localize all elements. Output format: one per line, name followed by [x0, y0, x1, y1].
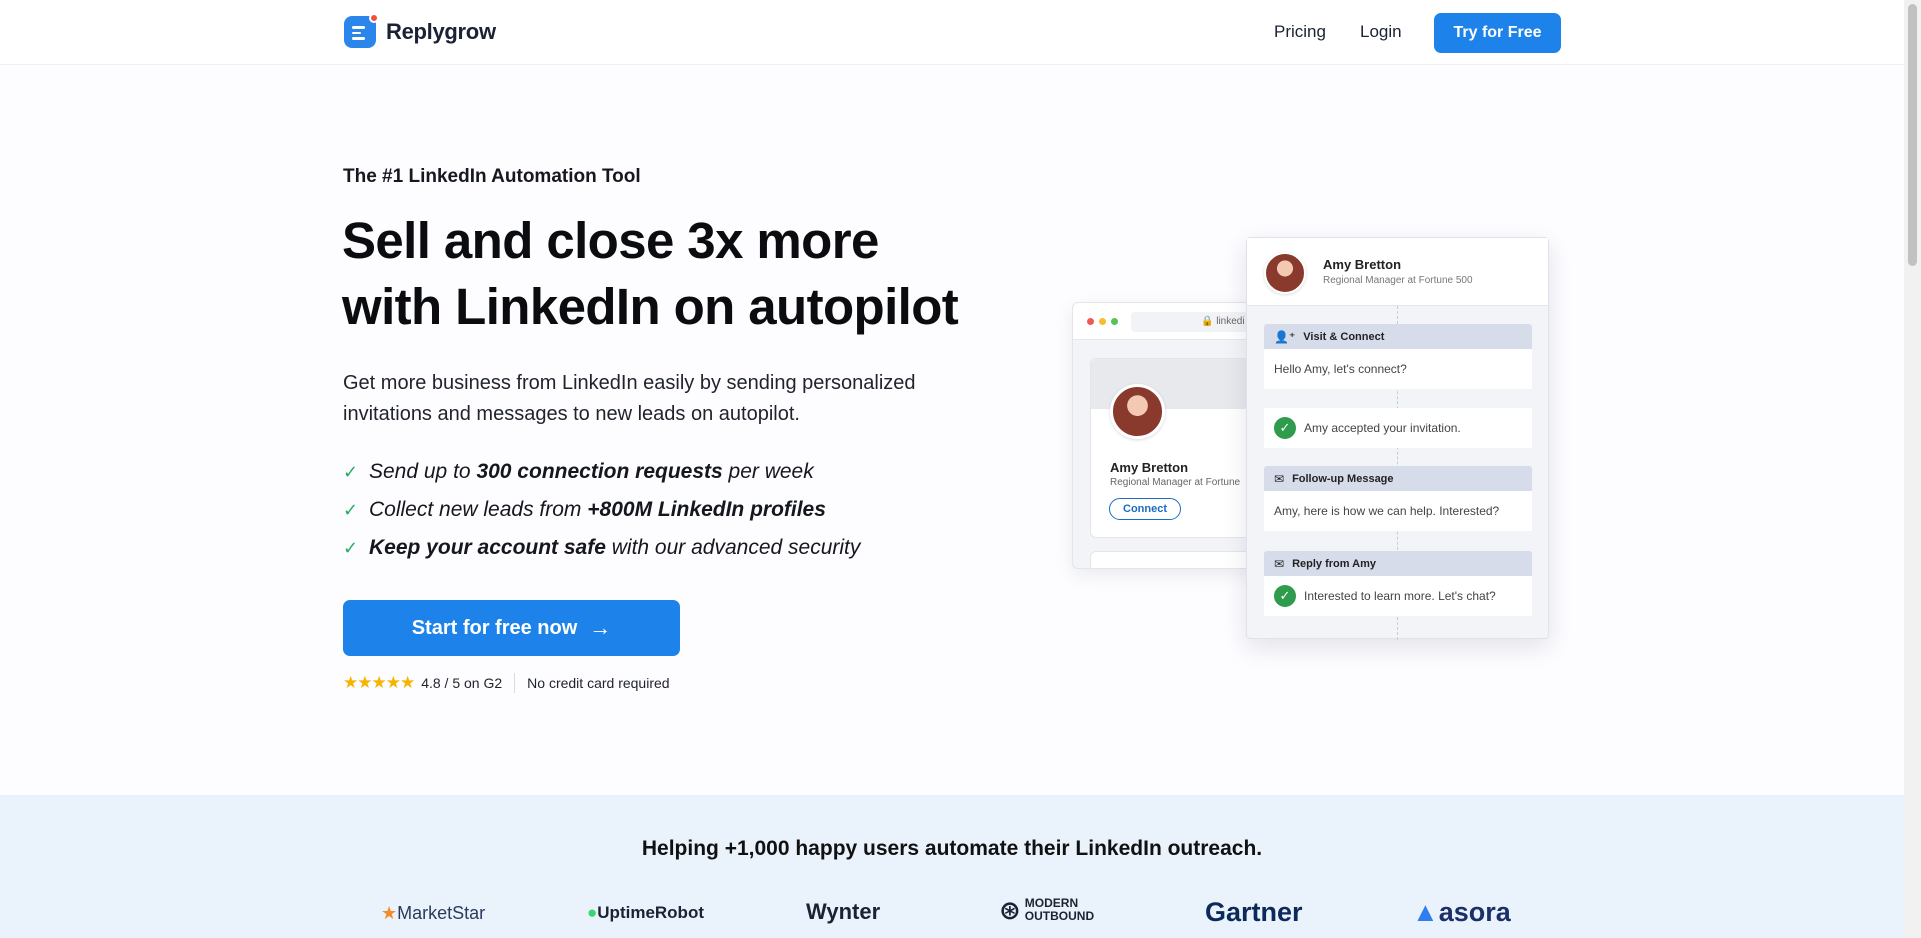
hero-section: [0, 66, 1904, 795]
logo-uptimerobot: ●UptimeRobot: [587, 903, 704, 922]
mail-icon: ✉: [1274, 471, 1285, 486]
feature-item: ✓ Collect new leads from +800M LinkedIn …: [343, 498, 826, 521]
profile-card: Amy Bretton Regional Manager at Fortune …: [1090, 358, 1261, 538]
panel-contact-name: Amy Bretton: [1323, 257, 1402, 272]
window-dot-red: [1087, 318, 1094, 325]
step-header-followup: ✉ Follow-up Message: [1264, 466, 1532, 491]
browser-toolbar: 🔒 linkedi: [1073, 303, 1261, 340]
window-dot-green: [1111, 318, 1118, 325]
logo-modern-outbound: ⊛ MODERN OUTBOUND: [999, 895, 1095, 925]
scrollbar-thumb[interactable]: [1908, 4, 1917, 266]
avatar: [1110, 384, 1165, 439]
logo-mark-icon: [344, 13, 379, 48]
mail-icon: ✉: [1274, 556, 1285, 571]
check-icon: ✓: [343, 461, 359, 482]
feature-item: ✓ Send up to 300 connection requests per…: [343, 460, 814, 483]
window-dot-yellow: [1099, 318, 1106, 325]
sequence-panel: Amy Bretton Regional Manager at Fortune …: [1246, 237, 1549, 640]
profile-name: Amy Bretton: [1110, 460, 1189, 475]
headline-line-1: Sell and close 3x more: [342, 212, 879, 269]
check-icon: ✓: [343, 499, 359, 520]
step-header-reply: ✉ Reply from Amy: [1264, 551, 1532, 576]
check-circle-icon: ✓: [1274, 417, 1296, 439]
url-bar: 🔒 linkedi: [1131, 312, 1261, 332]
step-message: Hello Amy, let's connect?: [1264, 349, 1532, 389]
hero-eyebrow: The #1 LinkedIn Automation Tool: [343, 166, 641, 187]
nav-pricing-link[interactable]: Pricing: [1274, 22, 1326, 42]
star-icon: ★★★★★: [343, 673, 415, 692]
start-free-button[interactable]: Start for free now →: [343, 600, 680, 656]
linkedin-browser-mock: 🔒 linkedi Amy Bretton Regional Manager a…: [1072, 302, 1262, 569]
step-message: Amy, here is how we can help. Interested…: [1264, 491, 1532, 531]
step-header-visit: 👤⁺ Visit & Connect: [1264, 324, 1532, 349]
divider: [514, 673, 516, 693]
try-for-free-button[interactable]: Try for Free: [1434, 13, 1561, 53]
avatar: [1264, 252, 1306, 294]
logo-gartner: Gartner: [1205, 897, 1303, 927]
social-proof-section: Helping +1,000 happy users automate thei…: [0, 795, 1904, 938]
feature-list: ✓ Send up to 300 connection requests per…: [343, 453, 860, 567]
step-accepted: ✓ Amy accepted your invitation.: [1264, 408, 1532, 448]
check-icon: ✓: [343, 537, 359, 558]
headline-line-2: with LinkedIn on autopilot: [342, 278, 959, 335]
rating-row: ★★★★★ 4.8 / 5 on G2 No credit card requi…: [343, 673, 670, 693]
logo-wynter: Wynter: [806, 899, 881, 924]
feature-item: ✓ Keep your account safe with our advanc…: [343, 536, 861, 559]
step-reply: ✓ Interested to learn more. Let's chat?: [1264, 576, 1532, 616]
brand-name: Replygrow: [386, 19, 496, 44]
no-card-text: No credit card required: [527, 675, 670, 691]
logo-marketstar: ★MarketStar: [381, 903, 486, 923]
page-scrollbar[interactable]: [1904, 0, 1921, 938]
panel-contact-role: Regional Manager at Fortune 500: [1323, 275, 1473, 286]
top-navigation: Replygrow Pricing Login Try for Free: [0, 0, 1904, 65]
profile-role: Regional Manager at Fortune: [1110, 477, 1241, 488]
hero-subtext: Get more business from LinkedIn easily b…: [343, 372, 916, 425]
nav-login-link[interactable]: Login: [1360, 22, 1402, 42]
connect-button: Connect: [1109, 498, 1181, 520]
profile-card-secondary: [1090, 551, 1261, 568]
start-free-label: Start for free now: [411, 616, 578, 639]
brand-logo[interactable]: Replygrow: [344, 13, 496, 48]
panel-header: Amy Bretton Regional Manager at Fortune …: [1247, 238, 1548, 306]
social-proof-title: Helping +1,000 happy users automate thei…: [641, 837, 1263, 860]
rating-text: 4.8 / 5 on G2: [421, 675, 503, 691]
customer-logos: ★MarketStar ●UptimeRobot Wynter ⊛ MODERN …: [0, 897, 1904, 933]
arrow-right-icon: →: [589, 615, 612, 640]
hero-headline: Sell and close 3x more with LinkedIn on …: [342, 208, 959, 340]
logo-asora: ▲asora: [1412, 897, 1511, 927]
person-add-icon: 👤⁺: [1274, 329, 1296, 344]
check-circle-icon: ✓: [1274, 585, 1296, 607]
